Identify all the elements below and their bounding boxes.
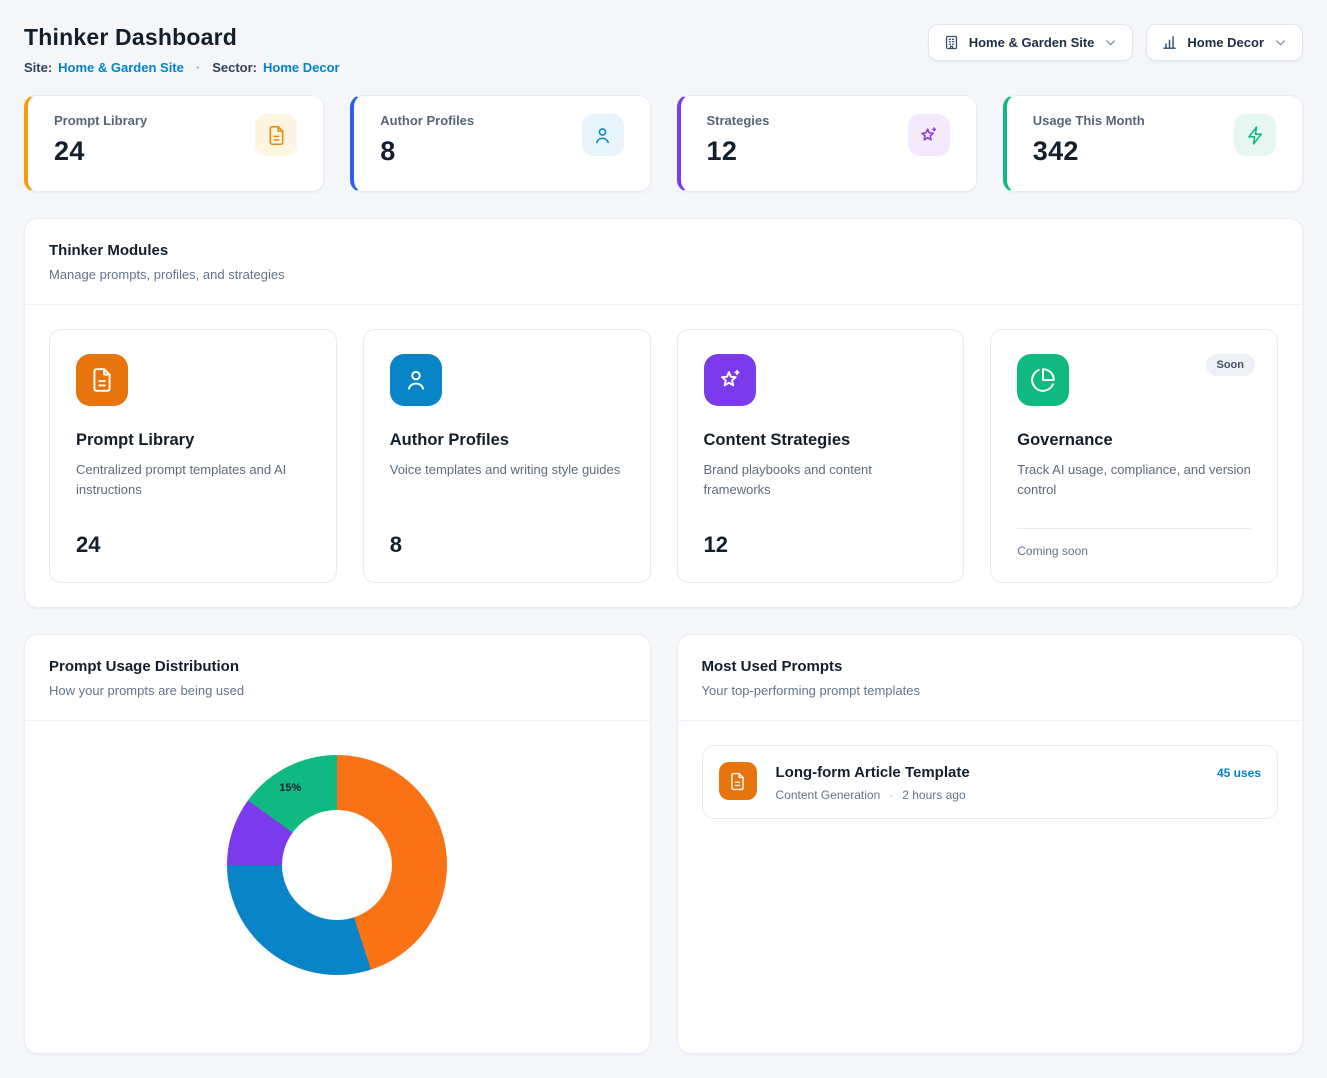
donut-hole: [282, 810, 392, 920]
site-selector-label: Home & Garden Site: [969, 35, 1095, 50]
soon-badge: Soon: [1206, 354, 1256, 376]
prompt-time: 2 hours ago: [902, 788, 965, 802]
most-used-prompts-header: Most Used Prompts Your top-performing pr…: [678, 635, 1303, 721]
header: Thinker Dashboard Site: Home & Garden Si…: [24, 24, 1303, 75]
sparkle-star-icon: [704, 354, 756, 406]
stat-value: 8: [380, 136, 474, 167]
site-label: Site:: [24, 60, 52, 75]
bottom-row: Prompt Usage Distribution How your promp…: [24, 634, 1303, 1054]
prompt-title: Long-form Article Template: [776, 764, 1198, 781]
panel-title: Prompt Usage Distribution: [49, 658, 626, 675]
panel-subtitle: Your top-performing prompt templates: [702, 683, 1279, 698]
sector-selector-label: Home Decor: [1187, 35, 1264, 50]
bar-chart-icon: [1161, 34, 1178, 51]
prompt-info: Long-form Article Template Content Gener…: [776, 762, 1198, 802]
module-card-author-profiles[interactable]: Author Profiles Voice templates and writ…: [363, 329, 651, 583]
sparkle-star-icon: [908, 114, 950, 156]
header-selectors: Home & Garden Site Home Decor: [928, 24, 1303, 61]
module-count: 12: [704, 532, 938, 558]
prompt-uses-badge: 45 uses: [1217, 766, 1261, 780]
stat-value: 342: [1033, 136, 1145, 167]
pie-chart-icon: [1017, 354, 1069, 406]
user-icon: [582, 114, 624, 156]
stat-text: Author Profiles 8: [380, 113, 474, 167]
usage-distribution-panel: Prompt Usage Distribution How your promp…: [24, 634, 651, 1054]
module-card-governance[interactable]: Soon Governance Track AI usage, complian…: [990, 329, 1278, 583]
module-count: 24: [76, 532, 310, 558]
module-description: Brand playbooks and content frameworks: [704, 460, 938, 500]
file-text-icon: [255, 114, 297, 156]
file-text-icon: [719, 762, 757, 800]
stats-row: Prompt Library 24 Author Profiles 8 Stra…: [24, 95, 1303, 192]
zap-icon: [1234, 114, 1276, 156]
meta-separator: ·: [196, 60, 200, 75]
stat-text: Usage This Month 342: [1033, 113, 1145, 167]
sector-label: Sector:: [212, 60, 257, 75]
module-title: Author Profiles: [390, 431, 624, 450]
stat-label: Prompt Library: [54, 113, 147, 128]
panel-title: Most Used Prompts: [702, 658, 1279, 675]
sector-selector[interactable]: Home Decor: [1146, 24, 1303, 61]
module-description: Track AI usage, compliance, and version …: [1017, 460, 1251, 500]
stat-value: 24: [54, 136, 147, 167]
usage-distribution-header: Prompt Usage Distribution How your promp…: [25, 635, 650, 721]
prompt-meta: Content Generation · 2 hours ago: [776, 788, 1198, 802]
donut-chart-wrap: 15%: [227, 755, 447, 975]
stat-text: Prompt Library 24: [54, 113, 147, 167]
prompt-list-item[interactable]: Long-form Article Template Content Gener…: [702, 745, 1279, 819]
stat-label: Usage This Month: [1033, 113, 1145, 128]
module-card-content-strategies[interactable]: Content Strategies Brand playbooks and c…: [677, 329, 965, 583]
stat-card-prompt-library: Prompt Library 24: [24, 95, 324, 192]
chart-body: 15%: [25, 721, 650, 999]
prompt-category: Content Generation: [776, 788, 881, 802]
building-icon: [943, 34, 960, 51]
modules-grid: Prompt Library Centralized prompt templa…: [25, 305, 1302, 607]
module-title: Prompt Library: [76, 431, 310, 450]
thinker-modules-panel: Thinker Modules Manage prompts, profiles…: [24, 218, 1303, 608]
stat-text: Strategies 12: [707, 113, 770, 167]
module-title: Content Strategies: [704, 431, 938, 450]
header-left: Thinker Dashboard Site: Home & Garden Si…: [24, 24, 340, 75]
user-icon: [390, 354, 442, 406]
site-link[interactable]: Home & Garden Site: [58, 60, 184, 75]
coming-soon-text: Coming soon: [1017, 528, 1251, 558]
module-card-prompt-library[interactable]: Prompt Library Centralized prompt templa…: [49, 329, 337, 583]
module-title: Governance: [1017, 431, 1251, 450]
meta-separator: ·: [889, 788, 893, 802]
site-selector[interactable]: Home & Garden Site: [928, 24, 1134, 61]
module-description: Centralized prompt templates and AI inst…: [76, 460, 310, 500]
panel-subtitle: How your prompts are being used: [49, 683, 626, 698]
stat-label: Author Profiles: [380, 113, 474, 128]
module-description: Voice templates and writing style guides: [390, 460, 624, 480]
panel-subtitle: Manage prompts, profiles, and strategies: [49, 267, 1278, 282]
page-title: Thinker Dashboard: [24, 24, 340, 51]
panel-title: Thinker Modules: [49, 242, 1278, 259]
thinker-modules-header: Thinker Modules Manage prompts, profiles…: [25, 219, 1302, 305]
stat-card-author-profiles: Author Profiles 8: [350, 95, 650, 192]
chevron-down-icon: [1273, 35, 1288, 50]
file-text-icon: [76, 354, 128, 406]
stat-label: Strategies: [707, 113, 770, 128]
module-count: 8: [390, 532, 624, 558]
donut-segment-label: 15%: [279, 782, 301, 794]
chevron-down-icon: [1103, 35, 1118, 50]
prompts-list: Long-form Article Template Content Gener…: [678, 721, 1303, 843]
stat-value: 12: [707, 136, 770, 167]
sector-link[interactable]: Home Decor: [263, 60, 340, 75]
breadcrumb: Site: Home & Garden Site · Sector: Home …: [24, 60, 340, 75]
most-used-prompts-panel: Most Used Prompts Your top-performing pr…: [677, 634, 1304, 1054]
dashboard-page: Thinker Dashboard Site: Home & Garden Si…: [0, 0, 1327, 1078]
stat-card-strategies: Strategies 12: [677, 95, 977, 192]
stat-card-usage: Usage This Month 342: [1003, 95, 1303, 192]
